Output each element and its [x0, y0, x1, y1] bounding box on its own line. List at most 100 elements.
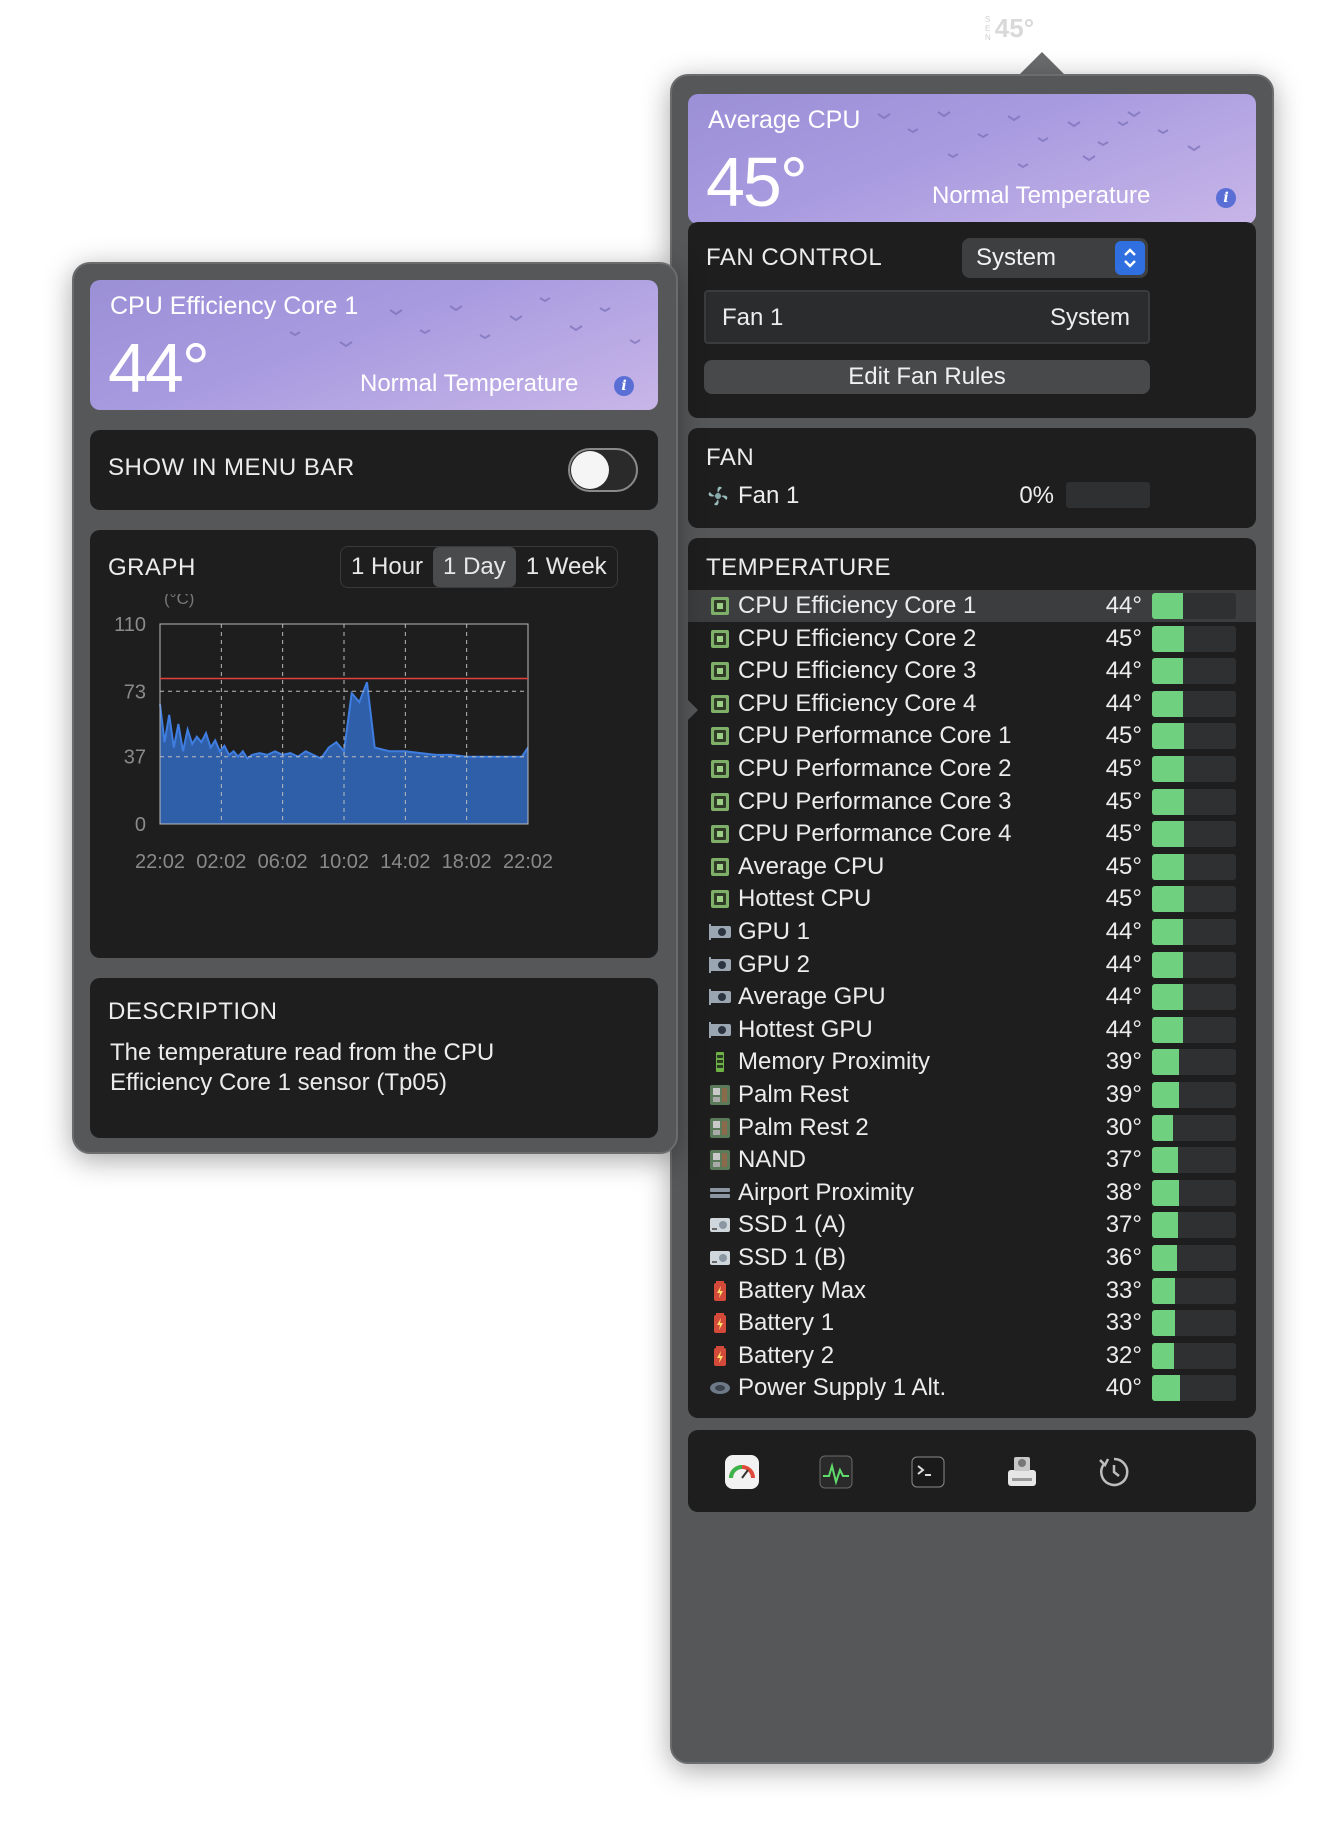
x-tick-label: 02:02: [196, 851, 246, 873]
sensor-level-bar: [1152, 886, 1236, 913]
battery-icon: [714, 1345, 726, 1366]
sensor-name: Palm Rest 2: [738, 1113, 869, 1141]
time-range-segmented-control[interactable]: 1 Hour 1 Day 1 Week: [340, 546, 618, 588]
fan-speed: 0%: [1019, 482, 1054, 509]
temperature-row[interactable]: Hottest GPU 44°: [688, 1014, 1256, 1046]
temperature-row[interactable]: Battery Max 33°: [688, 1275, 1256, 1307]
cpu-chip-icon: [711, 792, 729, 811]
temperature-row[interactable]: Average GPU 44°: [688, 981, 1256, 1013]
sensor-name: Airport Proximity: [738, 1178, 915, 1206]
gauge-icon[interactable]: [724, 1454, 760, 1490]
graph-title: GRAPH: [108, 554, 196, 581]
edit-fan-rules-button[interactable]: Edit Fan Rules: [704, 360, 1150, 394]
activity-monitor-icon[interactable]: [818, 1454, 854, 1490]
sensor-level-fill: [1152, 593, 1183, 619]
fan-mode-select[interactable]: System: [962, 238, 1148, 278]
sensor-level-fill: [1152, 951, 1183, 978]
fan-title: FAN: [706, 444, 755, 471]
x-tick-label: 22:02: [135, 851, 185, 873]
sensor-name: CPU Performance Core 1: [738, 722, 1012, 750]
gpu-card-icon: [709, 956, 731, 973]
sensor-name: Battery Max: [738, 1276, 867, 1304]
history-icon[interactable]: [1096, 1454, 1132, 1490]
temperature-row[interactable]: CPU Efficiency Core 3 44°: [688, 655, 1256, 687]
temperature-row[interactable]: CPU Performance Core 1 45°: [688, 720, 1256, 752]
sensor-name: CPU Efficiency Core 2: [738, 624, 977, 652]
temperature-row[interactable]: SSD 1 (B) 36°: [688, 1242, 1256, 1274]
temperature-row[interactable]: Battery 1 33°: [688, 1307, 1256, 1339]
sensor-hero: CPU Efficiency Core 1 44° Normal Tempera…: [90, 280, 658, 410]
menubar-letter: N: [985, 32, 991, 42]
description-card: DESCRIPTION The temperature read from th…: [90, 978, 658, 1138]
temperature-row[interactable]: Palm Rest 2 30°: [688, 1112, 1256, 1144]
temperature-row[interactable]: Memory Proximity 39°: [688, 1046, 1256, 1078]
temperature-row[interactable]: Airport Proximity 38°: [688, 1177, 1256, 1209]
memory-stick-icon: [716, 1052, 724, 1073]
sensor-name: SSD 1 (A): [738, 1211, 847, 1239]
sensor-value: 45°: [1105, 755, 1142, 782]
info-icon[interactable]: i: [614, 376, 634, 396]
sensor-name: CPU Performance Core 3: [738, 787, 1012, 815]
temperature-row[interactable]: NAND 37°: [688, 1144, 1256, 1176]
sensor-level-bar: [1152, 1016, 1236, 1043]
sensor-name: NAND: [738, 1146, 807, 1174]
temperature-row[interactable]: Hottest CPU 45°: [688, 883, 1256, 915]
terminal-icon[interactable]: [910, 1454, 946, 1490]
temperature-row[interactable]: Average CPU 45°: [688, 851, 1256, 883]
temperature-row[interactable]: Palm Rest 39°: [688, 1079, 1256, 1111]
cpu-chip-icon: [711, 694, 729, 713]
sensor-level-fill: [1152, 723, 1184, 750]
sensor-level-bar: [1152, 1147, 1236, 1174]
disk-utility-icon[interactable]: [1004, 1454, 1040, 1490]
temperature-row[interactable]: GPU 2 44°: [688, 949, 1256, 981]
temperature-row[interactable]: Power Supply 1 Alt. 40°: [688, 1372, 1256, 1404]
range-1-hour[interactable]: 1 Hour: [341, 547, 433, 587]
temperature-row[interactable]: CPU Efficiency Core 4 44°: [688, 688, 1256, 720]
temperature-row[interactable]: CPU Performance Core 3 45°: [688, 786, 1256, 818]
temperature-row[interactable]: CPU Efficiency Core 1 44°: [688, 590, 1256, 622]
sensor-level-fill: [1152, 788, 1184, 815]
fan-card: FAN Fan 1 0%: [688, 428, 1256, 528]
range-1-week[interactable]: 1 Week: [516, 547, 617, 587]
motherboard-icon: [710, 1150, 730, 1171]
menubar-letter: S: [985, 14, 991, 24]
sensor-level-fill: [1152, 756, 1184, 782]
airport-card-icon: [710, 1187, 730, 1198]
menubar-status-item[interactable]: S E N 45°: [985, 8, 1055, 48]
info-icon[interactable]: i: [1216, 188, 1236, 208]
y-axis-unit: (°C): [164, 594, 194, 608]
sensor-level-bar: [1152, 984, 1236, 1011]
sensor-level-bar: [1152, 690, 1236, 717]
show-in-menu-bar-toggle[interactable]: [568, 448, 638, 492]
hero-title: Average CPU: [708, 106, 861, 134]
sensor-name: Power Supply 1 Alt.: [738, 1374, 947, 1402]
detail-popover-arrow: [676, 688, 698, 732]
y-tick-label: 110: [114, 614, 146, 636]
sensor-value: 39°: [1105, 1048, 1142, 1076]
temperature-row[interactable]: Battery 2 32°: [688, 1340, 1256, 1372]
sensor-value: 45°: [1105, 852, 1142, 880]
temperature-row[interactable]: CPU Performance Core 2 45°: [688, 753, 1256, 785]
sensor-name: Hottest CPU: [738, 885, 872, 913]
temperature-row[interactable]: GPU 1 44°: [688, 916, 1256, 948]
sensor-level-fill: [1152, 1179, 1179, 1206]
sensor-value: 38°: [1105, 1178, 1142, 1206]
x-tick-label: 18:02: [442, 851, 492, 873]
x-tick-label: 14:02: [380, 851, 430, 873]
sensor-value: 44°: [1105, 950, 1142, 978]
sensor-name: GPU 2: [738, 950, 811, 978]
sensor-value: 44°: [1105, 592, 1142, 619]
temperature-row[interactable]: SSD 1 (A) 37°: [688, 1209, 1256, 1241]
range-1-day[interactable]: 1 Day: [433, 547, 516, 587]
sensor-level-bar: [1152, 951, 1236, 978]
sensor-level-bar: [1152, 1245, 1236, 1271]
sensor-level-fill: [1152, 1342, 1174, 1369]
popover-arrow: [1018, 52, 1066, 76]
cpu-chip-icon: [711, 727, 729, 746]
temperature-row[interactable]: CPU Efficiency Core 2 45°: [688, 623, 1256, 655]
temperature-row[interactable]: CPU Performance Core 4 45°: [688, 818, 1256, 850]
fan-row[interactable]: Fan 1 System: [704, 290, 1150, 344]
battery-icon: [714, 1280, 726, 1301]
sensor-level-bar: [1152, 658, 1236, 685]
sensor-name: SSD 1 (B): [738, 1244, 847, 1271]
